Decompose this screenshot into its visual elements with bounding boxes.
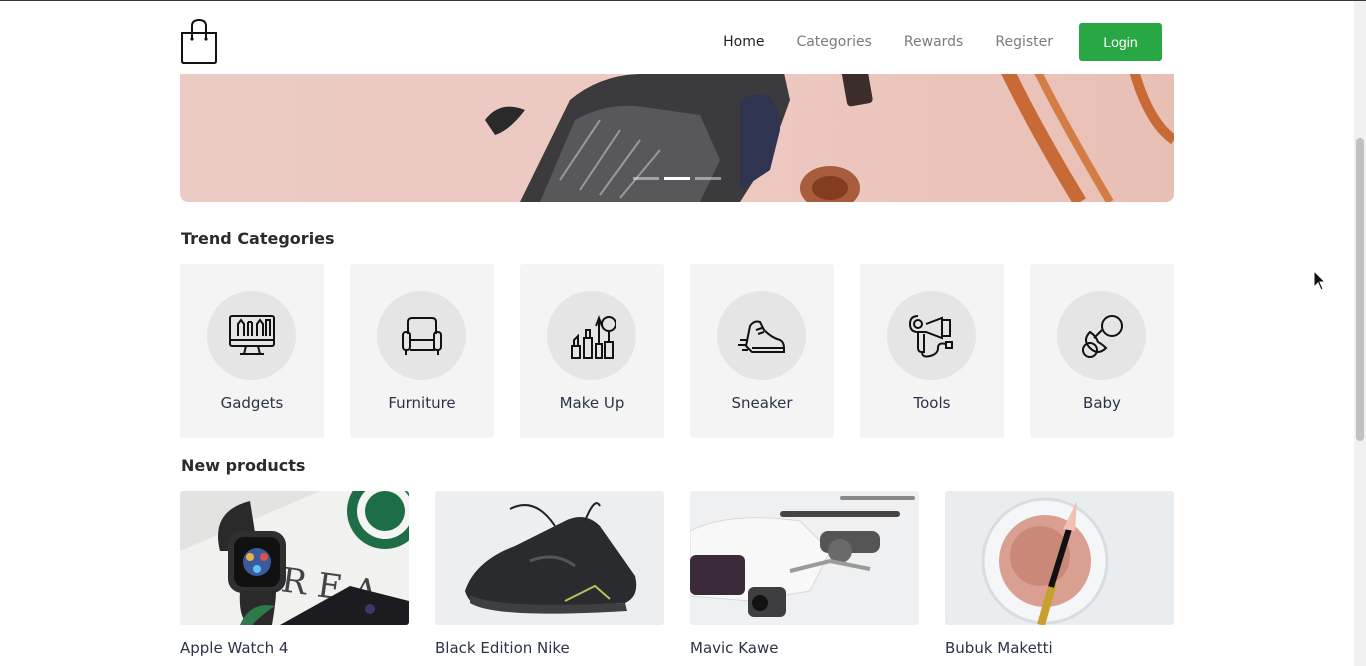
sneaker-banner-image xyxy=(485,60,1174,202)
drone-photo xyxy=(690,491,919,625)
makeup-icon xyxy=(570,314,616,359)
shopping-bag-icon[interactable] xyxy=(180,18,218,64)
pacifier-icon xyxy=(1081,314,1123,358)
nav-menu: Home Categories Rewards Register Login xyxy=(691,22,1162,61)
nav-link-categories[interactable]: Categories xyxy=(796,34,871,50)
category-card-sneaker[interactable]: Sneaker xyxy=(690,264,834,438)
scrollbar-thumb[interactable] xyxy=(1356,138,1364,441)
category-label: Make Up xyxy=(559,394,625,412)
category-card-furniture[interactable]: Furniture xyxy=(350,264,494,438)
computer-monitor-icon xyxy=(228,314,275,355)
product-name: Mavic Kawe xyxy=(690,639,779,657)
product-name: Bubuk Maketti xyxy=(945,639,1053,657)
category-list: Gadgets Furniture Make Up Sneaker Tools … xyxy=(180,264,1174,438)
apple-watch-photo: R E A xyxy=(180,491,409,625)
nav-link-register[interactable]: Register xyxy=(995,34,1053,50)
carousel-indicator-2[interactable] xyxy=(664,177,690,180)
mouse-cursor-icon xyxy=(1313,270,1327,291)
product-card-mavic-kawe[interactable]: Mavic Kawe xyxy=(690,491,919,657)
product-card-bubuk-maketti[interactable]: Bubuk Maketti xyxy=(945,491,1174,657)
product-card-apple-watch[interactable]: R E A Apple Watch 4 xyxy=(180,491,409,657)
product-name: Apple Watch 4 xyxy=(180,639,289,657)
navbar: Home Categories Rewards Register Login xyxy=(0,1,1354,74)
category-card-gadgets[interactable]: Gadgets xyxy=(180,264,324,438)
category-label: Tools xyxy=(913,394,951,412)
login-button[interactable]: Login xyxy=(1079,22,1162,61)
nav-link-home[interactable]: Home xyxy=(723,34,764,50)
category-label: Baby xyxy=(1083,394,1121,412)
carousel-indicators xyxy=(633,177,726,180)
sneaker-icon xyxy=(737,320,785,353)
hair-dryer-icon xyxy=(908,314,953,357)
product-list: R E A Apple Watch 4 Black Edition Nike M… xyxy=(180,491,1174,657)
armchair-icon xyxy=(401,316,442,355)
carousel-indicator-3[interactable] xyxy=(695,177,721,180)
hero-carousel[interactable] xyxy=(180,60,1174,202)
product-name: Black Edition Nike xyxy=(435,639,570,657)
nike-shoe-photo xyxy=(435,491,664,625)
category-card-baby[interactable]: Baby xyxy=(1030,264,1174,438)
category-card-tools[interactable]: Tools xyxy=(860,264,1004,438)
category-card-make-up[interactable]: Make Up xyxy=(520,264,664,438)
carousel-indicator-1[interactable] xyxy=(633,177,659,180)
page-scrollbar[interactable] xyxy=(1354,1,1366,666)
category-label: Furniture xyxy=(388,394,456,412)
product-card-black-edition-nike[interactable]: Black Edition Nike xyxy=(435,491,664,657)
nav-link-rewards[interactable]: Rewards xyxy=(904,34,963,50)
makeup-powder-photo xyxy=(945,491,1174,625)
category-label: Sneaker xyxy=(731,394,793,412)
category-label: Gadgets xyxy=(220,394,284,412)
new-products-heading: New products xyxy=(181,456,306,475)
trend-categories-heading: Trend Categories xyxy=(181,229,335,248)
